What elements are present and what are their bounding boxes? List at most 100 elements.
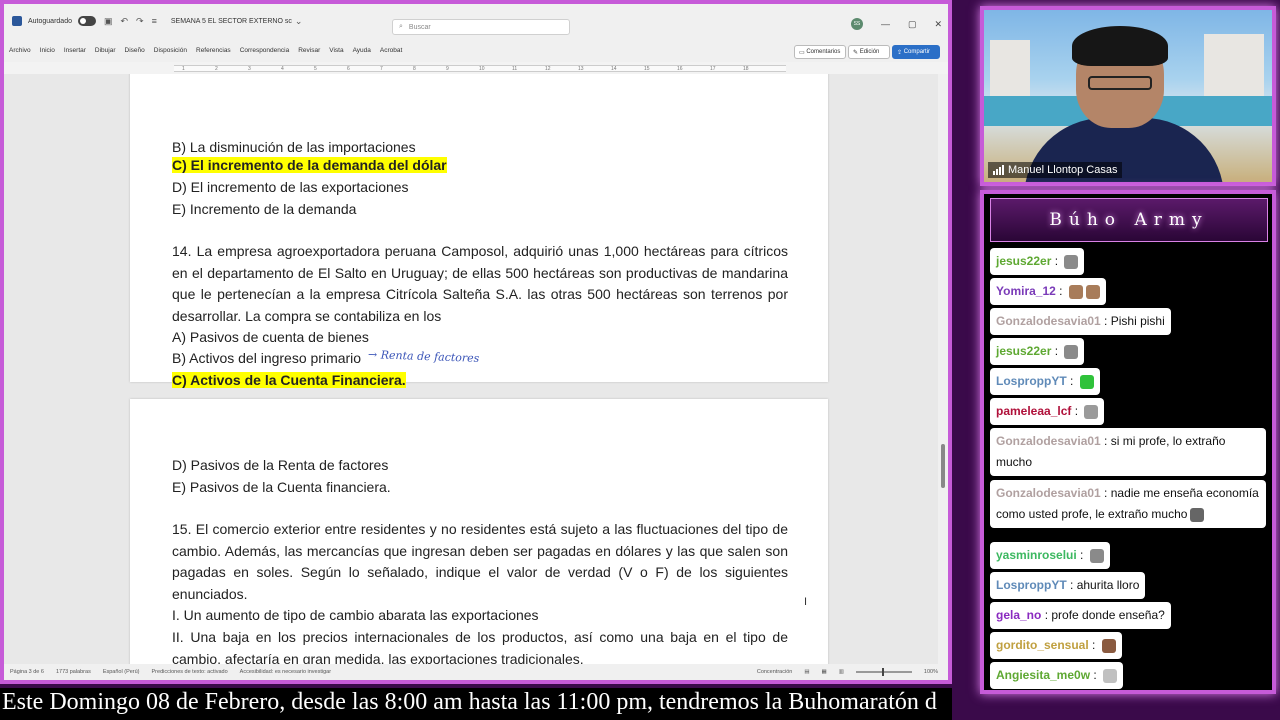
chat-username[interactable]: Gonzalodesavia01 [996,314,1101,328]
share-button[interactable]: ⇪ Compartir [892,45,940,59]
autosave-label: Autoguardado [28,17,72,25]
chat-username[interactable]: jesus22er [996,344,1051,358]
participant-name: Manuel Llontop Casas [1008,164,1118,176]
document-page[interactable]: D) Pasivos de la Renta de factores E) Pa… [130,399,828,664]
question-15: 15. El comercio exterior entre residente… [172,521,788,602]
autosave-toggle[interactable] [77,16,96,26]
print-layout-icon[interactable]: ▦ [822,669,827,675]
highlighted-answer: C) Activos de la Cuenta Financiera. [172,372,406,388]
tab-acrobat[interactable]: Acrobat [380,47,402,54]
undo-icon[interactable]: ↶ [121,16,129,27]
comments-button[interactable]: ▭ Comentarios [794,45,846,59]
chat-username[interactable]: Yomira_12 [996,284,1056,298]
text-line: D) El incremento de las exportaciones [172,179,409,195]
chat-username[interactable]: jesus22er [996,254,1051,268]
zoom-slider[interactable] [855,668,912,676]
customize-icon[interactable]: ≡ [152,16,157,26]
maximize-icon[interactable]: ▢ [908,19,917,30]
ruler-tick: 18 [743,66,749,72]
signal-icon [993,165,1004,175]
emote-icon [1085,284,1100,299]
avatar[interactable]: SS [850,18,863,30]
text-line: I. Un aumento de tipo de cambio abarata … [172,607,539,623]
chat-username[interactable]: Gonzalodesavia01 [996,434,1101,448]
text-predictions[interactable]: Predicciones de texto: activado [152,669,228,675]
ruler-tick: 5 [314,66,317,72]
word-count[interactable]: 1773 palabras [56,669,91,675]
chat-message: Angiesita_me0w : [990,662,1124,689]
tab-vista[interactable]: Vista [329,47,343,54]
emote-icon [1084,404,1099,419]
search-placeholder: Buscar [408,23,431,31]
editing-button[interactable]: ✎ Edición [848,45,890,59]
close-icon[interactable]: ✕ [934,19,942,30]
tab-referencias[interactable]: Referencias [196,47,231,54]
chat-message: Gonzalodesavia01 : Pishi pishi [990,308,1171,335]
chat-username[interactable]: Angiesita_me0w [996,668,1090,682]
language[interactable]: Español (Perú) [103,669,140,675]
announcement-ticker: Este Domingo 08 de Febrero, desde las 8:… [0,688,952,720]
participant-name-tag: Manuel Llontop Casas [988,162,1123,178]
accessibility-status[interactable]: Accesibilidad: es necesario investigar [240,669,331,675]
ruler-tick: 6 [347,66,350,72]
tab-disposicion[interactable]: Disposición [154,47,187,54]
word-window: Autoguardado ▣ ↶ ↷ ≡ SEMANA 5 EL SECTOR … [0,0,952,684]
zoom-level[interactable]: 100% [924,669,938,675]
chat-message: gela_no : profe donde enseña? [990,602,1171,629]
save-icon[interactable]: ▣ [104,16,113,27]
chat-username[interactable]: gordito_sensual [996,638,1089,652]
document-page[interactable]: B) La disminución de las importaciones C… [130,74,828,388]
scroll-thumb[interactable] [941,444,945,488]
ruler-tick: 8 [413,66,416,72]
text-line: II. Una baja en los precios internaciona… [172,629,788,664]
text-line: A) Pasivos de cuenta de bienes [172,329,369,345]
tab-diseno[interactable]: Diseño [125,47,145,54]
chat-username[interactable]: LosproppYT [996,578,1067,592]
tab-correspondencia[interactable]: Correspondencia [240,47,290,54]
tab-dibujar[interactable]: Dibujar [95,47,116,54]
document-canvas[interactable]: B) La disminución de las importaciones C… [4,74,938,664]
building [990,40,1030,100]
question-14: 14. La empresa agroexportadora peruana C… [172,243,788,324]
chat-username[interactable]: Gonzalodesavia01 [996,486,1101,500]
page-count[interactable]: Página 3 de 6 [10,669,44,675]
chat-username[interactable]: gela_no [996,608,1041,622]
chat-message: Gonzalodesavia01 : nadie me enseña econo… [990,480,1266,528]
tab-archivo[interactable]: Archivo [9,47,31,54]
chat-message: gordito_sensual : [990,632,1122,659]
redo-icon[interactable]: ↷ [136,16,144,27]
chat-message: Gonzalodesavia01 : si mi profe, lo extra… [990,428,1266,476]
document-name[interactable]: SEMANA 5 EL SECTOR EXTERNO sc [171,18,292,25]
chat-panel: Búho Army jesus22er : Yomira_12 : Gonzal… [980,190,1276,694]
share-label: Compartir [903,49,931,55]
emote-icon [1079,374,1094,389]
tab-revisar[interactable]: Revisar [298,47,320,54]
minimize-icon[interactable]: — [881,19,890,29]
chat-username[interactable]: LosproppYT [996,374,1067,388]
chat-username[interactable]: yasminroselui [996,548,1077,562]
tab-insertar[interactable]: Insertar [64,47,86,54]
status-bar: Página 3 de 6 1773 palabras Español (Per… [4,664,948,680]
tab-ayuda[interactable]: Ayuda [353,47,371,54]
ruler-tick: 15 [644,66,650,72]
emote-icon [1103,668,1118,683]
ruler-tick: 2 [215,66,218,72]
comments-label: Comentarios [806,49,841,55]
ruler-tick: 12 [545,66,551,72]
focus-mode[interactable]: Concentración [757,669,792,675]
ruler-tick: 14 [611,66,617,72]
search-input[interactable]: ⌕ Buscar [392,19,570,35]
read-mode-icon[interactable]: ▤ [804,669,809,675]
chevron-down-icon[interactable]: ⌄ [295,16,303,27]
emote-icon [1190,507,1205,522]
ruler-tick: 4 [281,66,284,72]
webcam-overlay: Manuel Llontop Casas [980,6,1276,186]
emote-icon [1068,284,1083,299]
vertical-scrollbar[interactable] [938,74,948,664]
ruler-tick: 16 [677,66,683,72]
web-layout-icon[interactable]: ▥ [839,669,844,675]
ruler-tick: 1 [182,66,185,72]
ruler-tick: 10 [479,66,485,72]
chat-username[interactable]: pameleaa_lcf [996,404,1071,418]
tab-inicio[interactable]: Inicio [40,47,55,54]
